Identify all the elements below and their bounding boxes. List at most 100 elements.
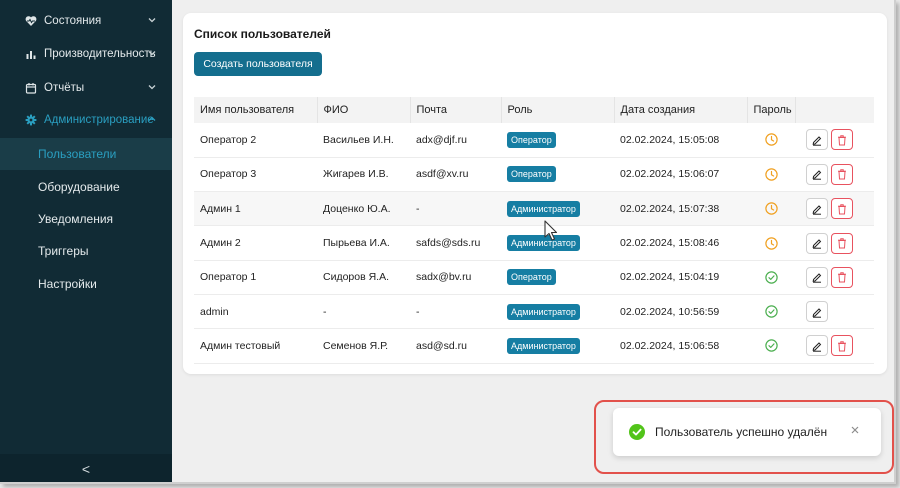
chevron-down-icon <box>146 14 158 26</box>
sidebar-group-label: Отчёты <box>44 82 85 94</box>
cell-role: Оператор <box>501 157 614 191</box>
cell-fio: Жигарев И.В. <box>323 168 389 181</box>
cell-fio: - <box>323 305 327 318</box>
cell-actions <box>795 329 874 363</box>
sidebar-item-label: Уведомления <box>38 212 114 226</box>
cell-fio: Васильев И.Н. <box>323 133 394 146</box>
chevron-up-icon <box>146 113 158 125</box>
pencil-icon <box>812 205 822 215</box>
role-badge: Администратор <box>507 337 580 354</box>
cell-role: Администратор <box>501 329 614 363</box>
pencil-icon <box>812 136 822 146</box>
column-header-password: Пароль <box>747 97 796 123</box>
cell-password-status <box>747 157 795 191</box>
sidebar-item-settings[interactable]: Настройки <box>0 268 172 300</box>
trash-icon <box>838 238 846 249</box>
column-header-fio: ФИО <box>317 97 411 123</box>
cell-password-status <box>747 226 795 260</box>
edit-user-button[interactable] <box>806 163 828 185</box>
cell-created: 02.02.2024, 15:06:58 <box>620 339 720 352</box>
sidebar-item-users[interactable]: Пользователи <box>0 138 172 170</box>
cell-email: sadx@bv.ru <box>416 271 472 284</box>
users-table: Имя пользователя ФИО Почта Роль Дата соз… <box>194 97 874 364</box>
table-row: Оператор 2 Васильев И.Н. adx@djf.ru Операто… <box>194 123 874 158</box>
table-header-row: Имя пользователя ФИО Почта Роль Дата соз… <box>194 97 874 123</box>
sidebar-group-performance[interactable]: Производительность <box>0 39 172 69</box>
page-title: Список пользователей <box>194 27 331 41</box>
edit-user-button[interactable] <box>806 198 828 220</box>
cell-created: 02.02.2024, 15:05:08 <box>620 133 720 146</box>
role-badge: Администратор <box>507 200 580 217</box>
delete-user-button[interactable] <box>831 129 853 151</box>
delete-user-button[interactable] <box>831 335 853 357</box>
delete-user-button[interactable] <box>831 198 853 220</box>
cell-fio: Сидоров Я.А. <box>323 271 390 284</box>
cell-username: Оператор 1 <box>200 271 257 284</box>
column-header-created: Дата создания <box>614 97 748 123</box>
cell-email: safds@sds.ru <box>416 237 481 250</box>
delete-user-button[interactable] <box>831 266 853 288</box>
cell-fio: Пырьева И.А. <box>323 237 390 250</box>
delete-user-button[interactable] <box>831 232 853 254</box>
cell-password-status <box>747 260 795 294</box>
chevron-left-icon: < <box>81 461 91 477</box>
cell-password-status <box>747 123 795 157</box>
gear-icon <box>24 113 38 127</box>
create-user-button[interactable]: Создать пользователя <box>194 52 322 76</box>
table-row: Оператор 1 Сидоров Я.А. sadx@bv.ru Оператор… <box>194 260 874 295</box>
cell-actions <box>795 260 874 294</box>
cell-actions <box>795 294 874 328</box>
table-row: Админ 2 Пырьева И.А. safds@sds.ru Администр… <box>194 226 874 261</box>
heart-pulse-icon <box>24 14 38 28</box>
trash-icon <box>838 169 846 180</box>
close-icon[interactable] <box>849 424 861 436</box>
cell-actions <box>795 226 874 260</box>
sidebar-group-reports[interactable]: Отчёты <box>0 73 172 103</box>
pencil-icon <box>812 273 822 284</box>
edit-user-button[interactable] <box>806 301 828 323</box>
sidebar-group-states[interactable]: Состояния <box>0 6 172 36</box>
column-header-email: Почта <box>410 97 502 123</box>
clock-icon <box>764 202 778 215</box>
cell-fio: Семенов Я.Р. <box>323 339 389 352</box>
cell-actions <box>795 123 874 157</box>
edit-user-button[interactable] <box>806 129 828 151</box>
trash-icon <box>838 135 846 146</box>
cell-username: Оператор 3 <box>200 168 257 181</box>
clock-icon <box>764 168 778 181</box>
pencil-icon <box>812 307 822 318</box>
success-toast: Пользователь успешно удалён <box>613 408 881 456</box>
pencil-icon <box>812 239 822 249</box>
cell-username: Админ тестовый <box>200 339 281 352</box>
trash-icon <box>838 204 846 215</box>
cell-email: asdf@xv.ru <box>416 168 469 181</box>
edit-user-button[interactable] <box>806 232 828 254</box>
role-badge: Администратор <box>507 303 580 320</box>
table-row: Админ тестовый Семенов Я.Р. asd@sd.ru Админ… <box>194 329 874 364</box>
cell-created: 02.02.2024, 15:04:19 <box>620 271 720 284</box>
table-row: admin - - Администратор 02.02.2024, 10:56:59 <box>194 294 874 329</box>
cell-actions <box>795 192 874 226</box>
sidebar-group-administration[interactable]: Администрирование <box>0 105 172 135</box>
trash-icon <box>838 272 846 283</box>
sidebar-item-triggers[interactable]: Триггеры <box>0 235 172 267</box>
cell-username: Оператор 2 <box>200 133 257 146</box>
sidebar-item-equipment[interactable]: Оборудование <box>0 171 172 203</box>
edit-user-button[interactable] <box>806 266 828 288</box>
sidebar-group-label: Состояния <box>44 15 102 27</box>
column-header-username: Имя пользователя <box>194 97 318 123</box>
table-row: Оператор 3 Жигарев И.В. asdf@xv.ru Оператор… <box>194 157 874 192</box>
sidebar-collapse-button[interactable]: < <box>0 454 172 482</box>
role-badge: Оператор <box>507 269 556 286</box>
cell-password-status <box>747 329 795 363</box>
check-circle-icon <box>629 424 645 440</box>
delete-user-button[interactable] <box>831 163 853 185</box>
column-header-role: Роль <box>501 97 615 123</box>
edit-user-button[interactable] <box>806 335 828 357</box>
sidebar-item-notifications[interactable]: Уведомления <box>0 203 172 235</box>
toast-message: Пользователь успешно удалён <box>655 425 828 439</box>
table-row: Админ 1 Доценко Ю.А. - Администратор 02.02.2… <box>194 191 874 226</box>
cell-created: 02.02.2024, 15:06:07 <box>620 168 720 181</box>
check-circle-outline-icon <box>764 271 778 284</box>
cell-email: asd@sd.ru <box>416 339 467 352</box>
